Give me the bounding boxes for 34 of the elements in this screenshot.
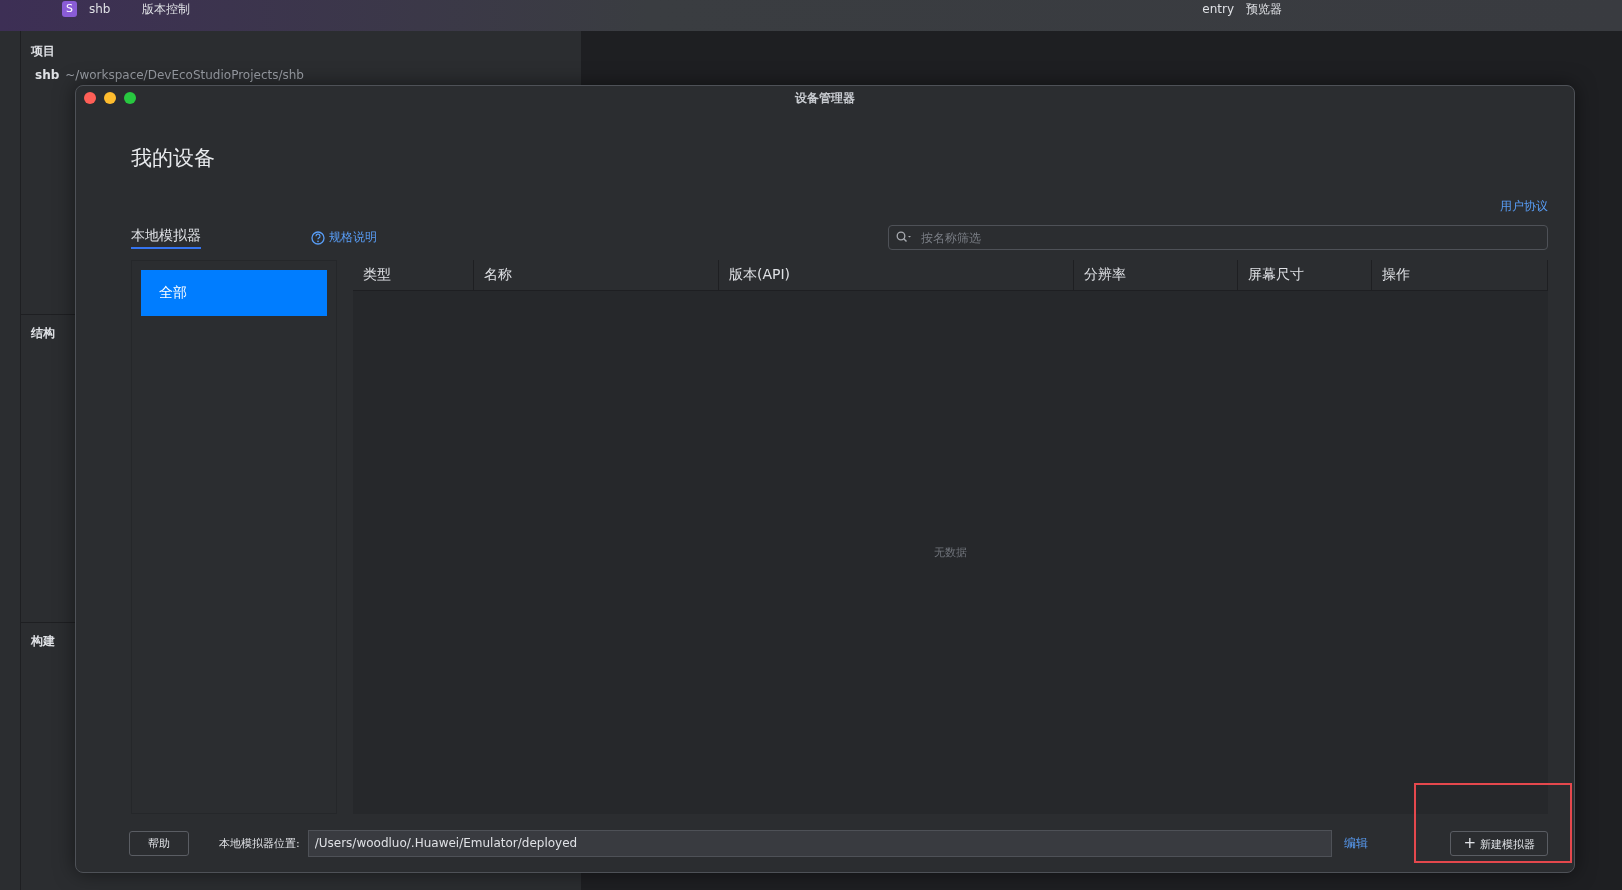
maximize-button[interactable] <box>124 92 136 104</box>
column-header: 分辨率 <box>1074 260 1238 290</box>
run-config-menu[interactable]: entry <box>1202 1 1234 17</box>
new-emulator-button[interactable]: + 新建模拟器 <box>1450 830 1548 856</box>
tab[interactable]: 本地模拟器 <box>131 226 201 249</box>
window-title: 设备管理器 <box>795 89 855 107</box>
vcs-menu[interactable]: 版本控制 <box>142 1 191 17</box>
help-button[interactable]: 帮助 <box>129 830 189 856</box>
panel-title[interactable]: 结构 <box>31 326 55 340</box>
column-header: 名称 <box>474 260 719 290</box>
column-header: 屏幕尺寸 <box>1238 260 1372 290</box>
panel-title[interactable]: 构建 <box>31 634 55 648</box>
empty-message: 无数据 <box>934 545 967 560</box>
tree-item[interactable]: shb <box>35 68 60 82</box>
column-header: 版本(API) <box>719 260 1074 290</box>
search-icon <box>896 231 912 243</box>
agreement-link[interactable]: 用户协议 <box>1500 198 1548 215</box>
column-header: 类型 <box>353 260 474 290</box>
column-header: 操作 <box>1372 260 1548 290</box>
minimize-button[interactable] <box>104 92 116 104</box>
panel-title[interactable]: 项目 <box>31 43 55 60</box>
location-field[interactable]: /Users/woodluo/.Huawei/Emulator/deployed <box>307 829 1332 857</box>
help-icon <box>311 230 325 245</box>
project-badge[interactable]: S <box>62 1 77 17</box>
close-button[interactable] <box>84 92 96 104</box>
location-label: 本地模拟器位置: <box>219 835 300 851</box>
category-item[interactable]: 全部 <box>141 270 327 316</box>
page-heading: 我的设备 <box>131 145 216 172</box>
edit-link[interactable]: 编辑 <box>1343 834 1368 852</box>
search-field[interactable]: 按名称筛选 <box>888 225 1548 250</box>
spec-link[interactable]: 规格说明 <box>329 229 377 246</box>
device-menu[interactable]: 预览器 <box>1246 1 1282 17</box>
path-text: ~/workspace/DevEcoStudioProjects/shb <box>65 68 304 82</box>
project-menu[interactable]: shb <box>89 1 111 17</box>
